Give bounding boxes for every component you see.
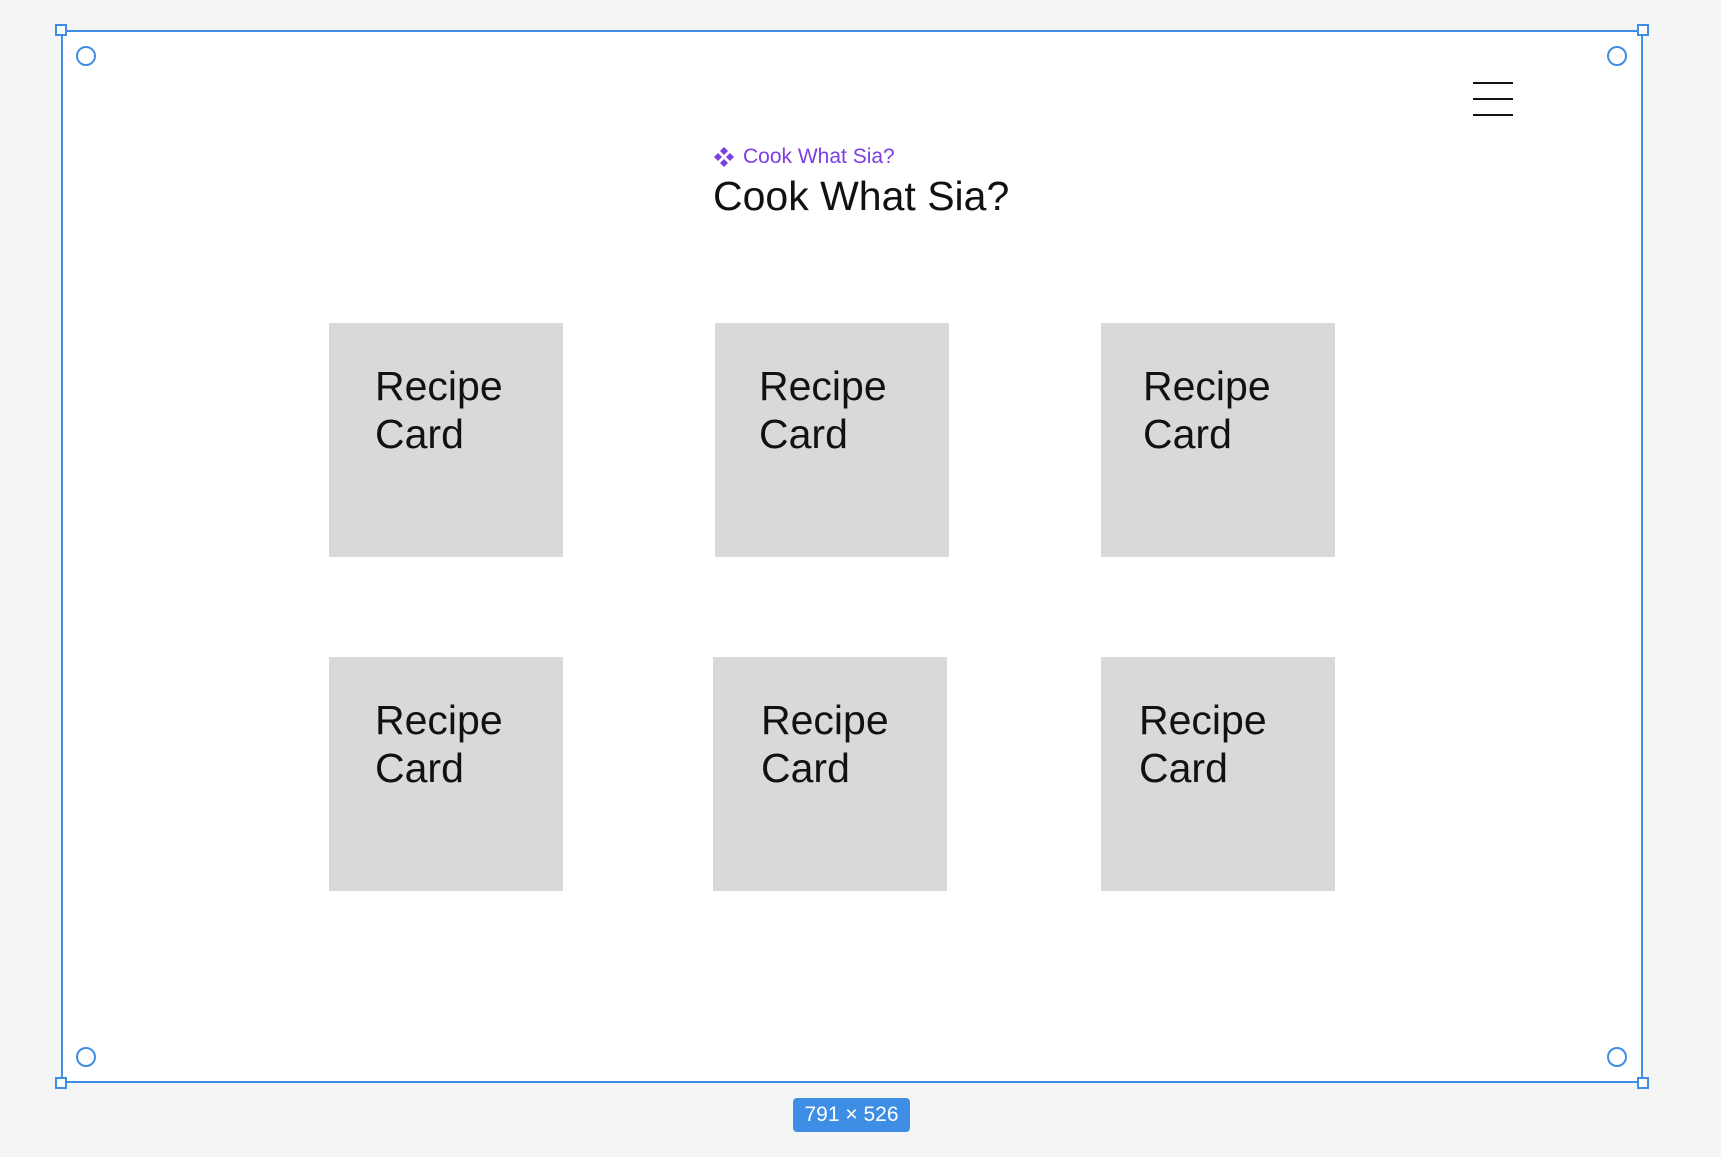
resize-handle-top-right[interactable] (1637, 24, 1649, 36)
recipe-card-label: Recipe Card (375, 697, 503, 791)
page-title[interactable]: Cook What Sia? (713, 170, 1009, 222)
recipe-card[interactable]: Recipe Card (713, 657, 947, 891)
component-diamond-icon (714, 147, 734, 167)
corner-radius-handle-top-right[interactable] (1607, 46, 1627, 66)
recipe-card[interactable]: Recipe Card (1101, 657, 1335, 891)
component-instance-label[interactable]: Cook What Sia? (713, 144, 895, 170)
corner-radius-handle-top-left[interactable] (76, 46, 96, 66)
recipe-card[interactable]: Recipe Card (329, 323, 563, 557)
recipe-card-label: Recipe Card (1139, 697, 1267, 791)
recipe-card[interactable]: Recipe Card (1101, 323, 1335, 557)
recipe-card-label: Recipe Card (1143, 363, 1271, 457)
resize-handle-bottom-right[interactable] (1637, 1077, 1649, 1089)
selection-size-badge: 791 × 526 (793, 1098, 910, 1132)
resize-handle-top-left[interactable] (55, 24, 67, 36)
recipe-card-label: Recipe Card (375, 363, 503, 457)
menu-line (1473, 114, 1513, 116)
corner-radius-handle-bottom-left[interactable] (76, 1047, 96, 1067)
component-label-text: Cook What Sia? (743, 145, 895, 168)
recipe-card[interactable]: Recipe Card (329, 657, 563, 891)
hamburger-menu-icon[interactable] (1473, 80, 1515, 118)
recipe-card-label: Recipe Card (759, 363, 887, 457)
recipe-card[interactable]: Recipe Card (715, 323, 949, 557)
menu-line (1473, 82, 1513, 84)
resize-handle-bottom-left[interactable] (55, 1077, 67, 1089)
recipe-card-label: Recipe Card (761, 697, 889, 791)
corner-radius-handle-bottom-right[interactable] (1607, 1047, 1627, 1067)
menu-line (1473, 98, 1513, 100)
